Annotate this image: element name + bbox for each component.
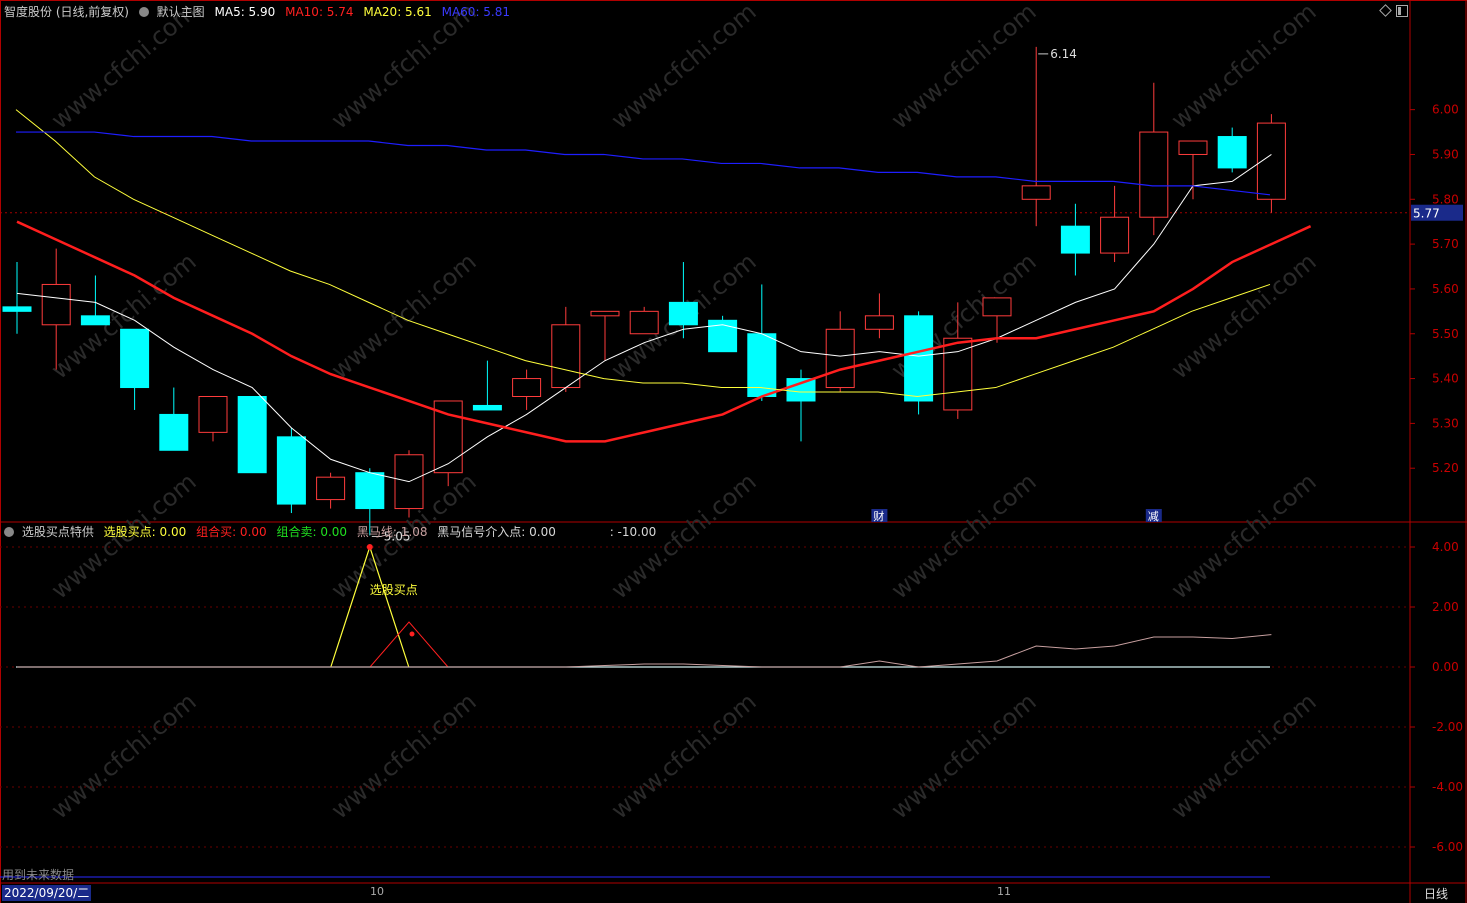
watermark-text: www.cfchi.com (1166, 467, 1322, 604)
candle-body[interactable] (41, 283, 71, 326)
sub-tick-label: -2.00 (1432, 720, 1463, 734)
candle-body[interactable] (237, 396, 267, 474)
template-label[interactable]: 默认主图 (157, 5, 205, 19)
indicator-dropdown-icon[interactable] (4, 527, 14, 537)
date-cursor-label: 2022/09/20/二 (2, 885, 92, 901)
candle-body[interactable] (864, 315, 894, 330)
watermark-text: www.cfchi.com (886, 0, 1042, 135)
watermark-text: www.cfchi.com (1166, 247, 1322, 384)
candle-body[interactable] (1100, 216, 1130, 254)
sub-tick-label: -4.00 (1432, 780, 1463, 794)
candle-body[interactable] (904, 315, 934, 402)
stock-title[interactable]: 智度股份 (日线,前复权) (4, 5, 129, 19)
candle-body[interactable] (590, 310, 620, 317)
high-price-label: 6.14 (1050, 47, 1077, 61)
candle-body[interactable] (1060, 225, 1090, 254)
dark-horse-label: 黑马线: 1.08 (356, 525, 428, 539)
buy-point-label: 选股买点: 0.00 (103, 525, 187, 539)
candle-body[interactable] (80, 315, 110, 326)
candle-body[interactable] (198, 396, 228, 433)
combo-buy-series (369, 621, 449, 668)
sub-tick-label: 0.00 (1432, 660, 1459, 674)
buy-point-annotation: 选股买点 (370, 583, 418, 597)
price-tick-label: 5.70 (1432, 237, 1459, 251)
candle-body[interactable] (120, 328, 150, 389)
sub-tick-label: 4.00 (1432, 540, 1459, 554)
event-marker-label: 减 (1148, 510, 1159, 523)
candle-body[interactable] (668, 301, 698, 326)
watermark-text: www.cfchi.com (1166, 687, 1322, 824)
ma-line-ma60 (16, 131, 1271, 196)
candle-body[interactable] (1217, 136, 1247, 169)
candle-body[interactable] (316, 476, 346, 501)
ma5-label: MA5: 5.90 (214, 5, 276, 19)
candle-body[interactable] (355, 472, 385, 510)
candle-body[interactable] (943, 337, 973, 411)
price-tick-label: 6.00 (1432, 103, 1459, 117)
candle-body[interactable] (159, 413, 189, 451)
sub-tick-label: 2.00 (1432, 600, 1459, 614)
candle-body[interactable] (982, 297, 1012, 317)
dark-horse-signal-label: 黑马信号介入点: 0.00 (437, 525, 556, 539)
price-tick-label: 5.90 (1432, 147, 1459, 161)
template-dropdown-icon[interactable] (138, 7, 149, 17)
stock-chart-window: www.cfchi.com www.cfchi.com www.cfchi.com w… (0, 0, 1467, 903)
combo-buy-marker (409, 631, 415, 637)
watermark-text: www.cfchi.com (886, 687, 1042, 824)
dark-horse-line (17, 634, 1272, 668)
price-tick-label: 5.30 (1432, 416, 1459, 430)
month-label-10: 10 (370, 885, 384, 898)
watermark-text: www.cfchi.com (326, 247, 482, 384)
candle-body[interactable] (276, 436, 306, 505)
buy-point-marker (366, 544, 373, 550)
candle-body[interactable] (2, 306, 32, 312)
extra-value-label: : -10.00 (609, 525, 657, 539)
window-toggle-icon[interactable] (1396, 5, 1408, 17)
candle-body[interactable] (1178, 140, 1208, 155)
ma20-label: MA20: 5.61 (363, 5, 432, 19)
candle-body[interactable] (472, 404, 502, 411)
indicator-title[interactable]: 选股买点特供 (22, 525, 94, 539)
sub-chart-header: 选股买点特供 选股买点: 0.00 组合买: 0.00 组合卖: 0.00 黑马… (4, 523, 662, 541)
candle-body[interactable] (1139, 131, 1169, 218)
watermark-text: www.cfchi.com (46, 687, 202, 824)
month-label-11: 11 (997, 885, 1011, 898)
event-marker-label: 财 (873, 509, 884, 523)
current-price-label: 5.77 (1413, 207, 1440, 221)
price-tick-label: 5.40 (1432, 372, 1459, 386)
combo-buy-label: 组合买: 0.00 (196, 525, 267, 539)
candle-body[interactable] (629, 310, 659, 335)
main-chart-header: 智度股份 (日线,前复权) 默认主图 MA5: 5.90 MA10: 5.74 … (4, 3, 516, 21)
chart-canvas[interactable]: www.cfchi.com www.cfchi.com www.cfchi.com w… (0, 0, 1467, 903)
period-button[interactable]: 日线 (1424, 885, 1448, 902)
candle-body[interactable] (1021, 185, 1051, 200)
future-data-note: 用到未来数据 (2, 868, 75, 882)
ma10-label: MA10: 5.74 (285, 5, 354, 19)
price-tick-label: 5.20 (1432, 461, 1459, 475)
candle-body[interactable] (825, 328, 855, 389)
watermark-text: www.cfchi.com (1166, 0, 1322, 135)
watermark-text: www.cfchi.com (606, 687, 762, 824)
watermark-text: www.cfchi.com (606, 0, 762, 135)
ma60-label: MA60: 5.81 (441, 5, 511, 19)
combo-sell-label: 组合卖: 0.00 (276, 525, 348, 539)
price-tick-label: 5.50 (1432, 327, 1459, 341)
diamond-icon[interactable] (1379, 4, 1392, 17)
candle-body[interactable] (512, 378, 542, 398)
price-tick-label: 5.60 (1432, 282, 1459, 296)
sub-tick-label: -6.00 (1432, 840, 1463, 854)
watermark-text: www.cfchi.com (886, 467, 1042, 604)
candle-body[interactable] (551, 324, 581, 389)
watermark-text: www.cfchi.com (326, 687, 482, 824)
price-tick-label: 5.80 (1432, 192, 1459, 206)
